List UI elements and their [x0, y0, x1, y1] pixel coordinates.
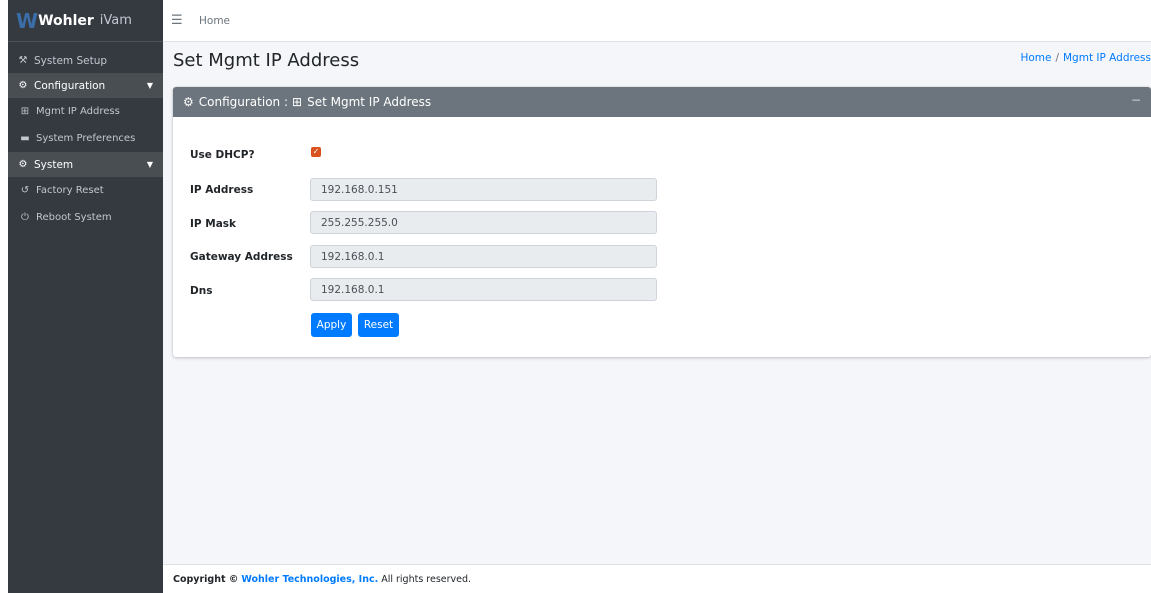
- gear-icon: ⚙: [183, 95, 194, 109]
- window-edge: [0, 0, 8, 593]
- chevron-down-icon: ▼: [146, 160, 153, 169]
- card-header-prefix: Configuration :: [198, 95, 289, 109]
- page-title: Set Mgmt IP Address: [173, 50, 360, 71]
- card-header-title: Set Mgmt IP Address: [307, 95, 432, 109]
- breadcrumb-home-link[interactable]: Home: [1020, 52, 1051, 64]
- dns-label: Dns: [190, 285, 213, 297]
- power-icon: ⏻: [21, 212, 29, 223]
- wohler-logo-icon: W: [16, 8, 38, 33]
- sidebar-item-configuration[interactable]: ⚙ Configuration ▼: [8, 73, 163, 98]
- apply-button[interactable]: Apply: [311, 313, 352, 337]
- sidebar-item-label: Mgmt IP Address: [36, 106, 120, 117]
- top-navbar: ☰ Home: [163, 0, 1151, 42]
- footer-rights: All rights reserved.: [381, 573, 472, 585]
- chevron-down-icon: ▼: [146, 81, 153, 90]
- brand[interactable]: W Wohler iVam: [8, 0, 163, 42]
- collapse-button[interactable]: −: [1131, 93, 1141, 107]
- network-icon: ⊞: [292, 95, 303, 109]
- gateway-address-label: Gateway Address: [190, 251, 293, 263]
- sidebar-item-system-setup[interactable]: ⚒ System Setup: [8, 48, 163, 73]
- hamburger-menu-icon[interactable]: ☰: [171, 13, 191, 28]
- sidebar-item-system-preferences[interactable]: ▬ System Preferences: [8, 125, 163, 152]
- footer-copyright: Copyright ©: [173, 573, 239, 585]
- sidebar-item-mgmt-ip-address[interactable]: ⊞ Mgmt IP Address: [8, 98, 163, 125]
- sidebar-nav: ⚒ System Setup ⚙ Configuration ▼ ⊞ Mgmt …: [8, 42, 163, 231]
- tools-icon: ⚒: [18, 55, 28, 66]
- breadcrumb-current[interactable]: Mgmt IP Address: [1063, 52, 1151, 64]
- ip-address-label: IP Address: [190, 184, 254, 196]
- gateway-address-field[interactable]: [310, 245, 657, 268]
- gears-icon: ⚙: [18, 159, 28, 170]
- brand-logo-text: Wohler: [38, 12, 94, 29]
- sidebar-item-system[interactable]: ⚙ System ▼: [8, 152, 163, 177]
- undo-icon: ↺: [20, 185, 30, 196]
- sidebar-item-label: Reboot System: [36, 212, 112, 223]
- keyboard-icon: ▬: [20, 133, 30, 144]
- breadcrumb: Home / Mgmt IP Address: [1020, 52, 1151, 64]
- sidebar-item-label: Factory Reset: [36, 185, 104, 196]
- gear-icon: ⚙: [18, 80, 28, 91]
- sidebar-item-label: System Preferences: [36, 133, 136, 144]
- ip-mask-label: IP Mask: [190, 218, 237, 230]
- sidebar-item-label: Configuration: [34, 79, 106, 92]
- ip-address-field[interactable]: [310, 178, 657, 201]
- sidebar-item-label: System Setup: [34, 54, 108, 67]
- sidebar: W Wohler iVam ⚒ System Setup ⚙ Configura…: [8, 0, 163, 593]
- mgmt-ip-card: ⚙ Configuration : ⊞ Set Mgmt IP Address …: [173, 87, 1151, 357]
- topbar-home-link[interactable]: Home: [199, 15, 230, 27]
- footer-company-link[interactable]: Wohler Technologies, Inc.: [241, 574, 378, 585]
- breadcrumb-separator: /: [1055, 52, 1059, 64]
- card-header: ⚙ Configuration : ⊞ Set Mgmt IP Address …: [173, 87, 1151, 117]
- dhcp-checkbox[interactable]: ✓: [311, 147, 321, 157]
- sidebar-item-reboot-system[interactable]: ⏻ Reboot System: [8, 204, 163, 231]
- ip-mask-field[interactable]: [310, 211, 657, 234]
- dhcp-label: Use DHCP?: [190, 149, 255, 161]
- network-icon: ⊞: [20, 106, 30, 117]
- footer: Copyright © Wohler Technologies, Inc. Al…: [163, 564, 1151, 593]
- brand-app-name: iVam: [99, 13, 132, 28]
- sidebar-item-factory-reset[interactable]: ↺ Factory Reset: [8, 177, 163, 204]
- dns-field[interactable]: [310, 278, 657, 301]
- sidebar-item-label: System: [34, 158, 74, 171]
- reset-button[interactable]: Reset: [358, 313, 399, 337]
- main-content: Set Mgmt IP Address Home / Mgmt IP Address…: [163, 42, 1151, 564]
